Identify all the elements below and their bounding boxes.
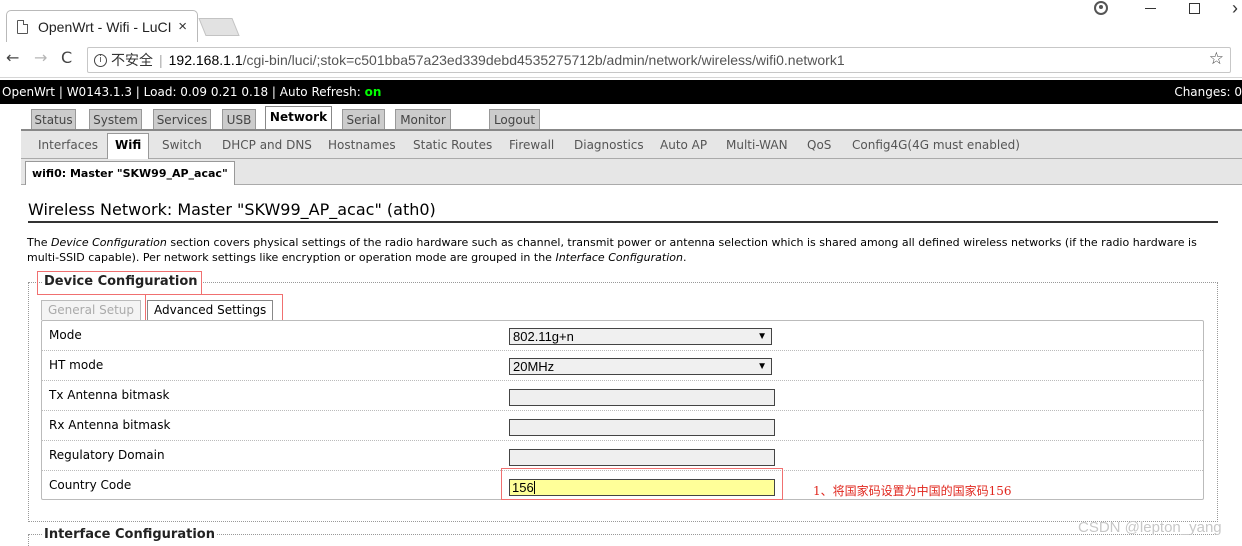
dropdown-arrow-icon: ▼	[757, 361, 767, 372]
menu-logout[interactable]: Logout	[489, 109, 540, 131]
tab-general-setup[interactable]: General Setup	[41, 300, 142, 320]
submenu-config4g[interactable]: Config4G(4G must enabled)	[852, 138, 1020, 152]
sub-sub-menu: wifi0: Master "SKW99_AP_acac"	[21, 159, 1242, 185]
status-text: OpenWrt | W0143.1.3 | Load: 0.09 0.21 0.…	[2, 85, 365, 99]
submenu-dhcp-dns[interactable]: DHCP and DNS	[222, 138, 312, 152]
url-host: 192.168.1.1	[168, 52, 243, 68]
interface-config-legend: Interface Configuration	[42, 527, 217, 542]
rx-antenna-input[interactable]	[509, 419, 775, 436]
section-description: The Device Configuration section covers …	[27, 235, 1217, 265]
browser-tab[interactable]: OpenWrt - Wifi - LuCI ×	[6, 10, 198, 42]
page-icon	[17, 19, 28, 34]
desc-emphasis: Interface Configuration	[555, 251, 683, 264]
menu-system[interactable]: System	[89, 109, 142, 131]
dropdown-arrow-icon: ▼	[757, 331, 767, 342]
insecure-label: 不安全	[111, 52, 153, 68]
submenu-interfaces[interactable]: Interfaces	[38, 138, 98, 152]
highlight-box	[37, 271, 202, 295]
setting-row-tx-antenna: Tx Antenna bitmask	[42, 381, 1203, 411]
submenu-static-routes[interactable]: Static Routes	[413, 138, 492, 152]
submenu-hostnames[interactable]: Hostnames	[328, 138, 396, 152]
user-icon[interactable]	[1094, 1, 1108, 15]
tab-title: OpenWrt - Wifi - LuCI	[38, 18, 172, 35]
url-input[interactable]: i 不安全 | 192.168.1.1/cgi-bin/luci/;stok=c…	[87, 47, 1231, 73]
desc-text: .	[682, 251, 687, 264]
auto-refresh-toggle[interactable]: on	[365, 85, 382, 99]
menu-monitor[interactable]: Monitor	[395, 109, 451, 131]
sub-menu: Interfaces Wifi Switch DHCP and DNS Host…	[21, 131, 1242, 159]
bookmark-star-icon[interactable]: ☆	[1209, 49, 1224, 69]
browser-tabstrip: OpenWrt - Wifi - LuCI × ›	[0, 0, 1242, 42]
menu-network[interactable]: Network	[265, 106, 332, 131]
submenu-switch[interactable]: Switch	[162, 138, 202, 152]
setting-row-ht-mode: HT mode 20MHz ▼	[42, 351, 1203, 381]
changes-link[interactable]: Changes: 0	[1174, 80, 1242, 104]
ht-mode-value: 20MHz	[513, 359, 555, 374]
mode-value: 802.11g+n	[513, 329, 574, 344]
setting-row-regulatory-domain: Regulatory Domain	[42, 441, 1203, 471]
url-separator: |	[159, 52, 163, 68]
submenu-firewall[interactable]: Firewall	[509, 138, 554, 152]
chevron-right-icon[interactable]: ›	[1232, 0, 1238, 19]
rx-antenna-label: Rx Antenna bitmask	[49, 418, 171, 432]
setting-row-rx-antenna: Rx Antenna bitmask	[42, 411, 1203, 441]
annotation-note: 1、将国家码设置为中国的国家码156	[813, 484, 1012, 498]
desc-text: The	[27, 236, 51, 249]
mode-label: Mode	[49, 328, 82, 342]
regulatory-domain-label: Regulatory Domain	[49, 448, 165, 462]
reload-icon[interactable]: C	[61, 48, 72, 67]
submenu-wifi[interactable]: Wifi	[107, 133, 150, 159]
new-tab-button[interactable]	[198, 18, 240, 36]
country-code-label: Country Code	[49, 478, 132, 492]
maximize-icon[interactable]	[1189, 3, 1200, 14]
back-arrow-icon[interactable]: ←	[6, 48, 19, 67]
ht-mode-select[interactable]: 20MHz ▼	[509, 358, 772, 375]
forward-arrow-icon[interactable]: →	[34, 48, 47, 67]
url-path: /cgi-bin/luci/;stok=c501bba57a23ed339deb…	[242, 52, 845, 68]
submenu-auto-ap[interactable]: Auto AP	[660, 138, 707, 152]
submenu-qos[interactable]: QoS	[807, 138, 831, 152]
tx-antenna-label: Tx Antenna bitmask	[49, 388, 170, 402]
mode-select[interactable]: 802.11g+n ▼	[509, 328, 772, 345]
tab-close-icon[interactable]: ×	[178, 18, 187, 35]
subsubmenu-wifi0-master[interactable]: wifi0: Master "SKW99_AP_acac"	[25, 161, 235, 185]
regulatory-domain-input[interactable]	[509, 449, 775, 466]
watermark: CSDN @lepton_yang	[1078, 519, 1222, 536]
top-menu: Status System Services USB Network Seria…	[21, 106, 1242, 131]
setting-row-mode: Mode 802.11g+n ▼	[42, 321, 1203, 351]
menu-status[interactable]: Status	[31, 109, 76, 131]
info-icon[interactable]: i	[94, 53, 107, 67]
desc-emphasis: Device Configuration	[50, 236, 167, 249]
highlight-box	[501, 468, 783, 500]
luci-status-header: OpenWrt | W0143.1.3 | Load: 0.09 0.21 0.…	[0, 80, 1242, 104]
minimize-icon[interactable]	[1145, 8, 1156, 9]
tx-antenna-input[interactable]	[509, 389, 775, 406]
ht-mode-label: HT mode	[49, 358, 104, 372]
page-title: Wireless Network: Master "SKW99_AP_acac"…	[28, 200, 1218, 223]
menu-services[interactable]: Services	[153, 109, 211, 131]
address-bar: ← → C i 不安全 | 192.168.1.1/cgi-bin/luci/;…	[0, 42, 1242, 78]
menu-serial[interactable]: Serial	[342, 109, 385, 131]
submenu-multi-wan[interactable]: Multi-WAN	[726, 138, 788, 152]
submenu-diagnostics[interactable]: Diagnostics	[574, 138, 644, 152]
menu-usb[interactable]: USB	[222, 109, 256, 131]
